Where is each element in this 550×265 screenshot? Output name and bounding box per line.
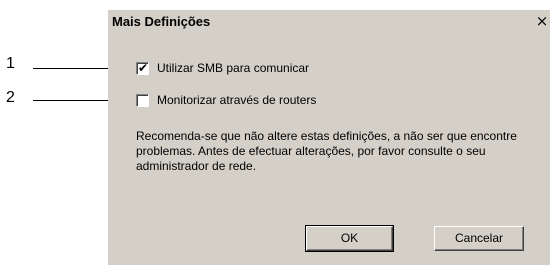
checkmark-icon: ✔ [138, 60, 149, 75]
cancel-button[interactable]: Cancelar [434, 226, 524, 251]
close-icon[interactable]: × [534, 13, 550, 29]
routers-option[interactable]: Monitorizar através de routers [136, 92, 316, 108]
settings-dialog: Mais Definições × ✔ Utilizar SMB para co… [108, 10, 550, 265]
smb-checkbox[interactable]: ✔ [136, 60, 149, 75]
ok-button[interactable]: OK [305, 225, 394, 252]
smb-option[interactable]: ✔ Utilizar SMB para comunicar [136, 60, 309, 76]
smb-option-label[interactable]: Utilizar SMB para comunicar [157, 61, 309, 75]
dialog-titlebar: Mais Definições × [108, 10, 550, 34]
routers-checkbox[interactable] [136, 93, 149, 107]
callout-number-2: 2 [6, 89, 15, 106]
warning-note: Recomenda-se que não altere estas defini… [136, 129, 517, 173]
callout-number-1: 1 [6, 55, 15, 72]
routers-option-label[interactable]: Monitorizar através de routers [157, 93, 316, 107]
dialog-title: Mais Definições [112, 14, 211, 29]
